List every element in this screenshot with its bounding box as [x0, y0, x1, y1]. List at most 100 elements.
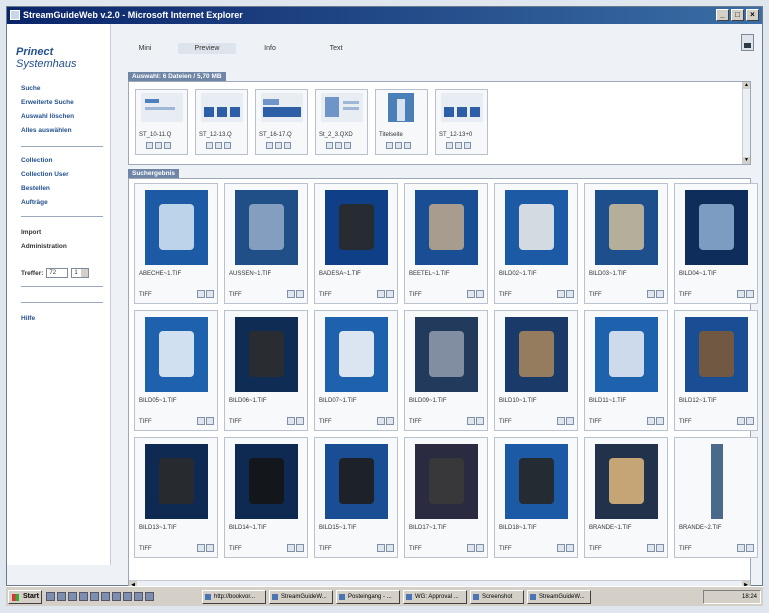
delete-icon[interactable]: [464, 142, 471, 149]
cart-icon[interactable]: [566, 290, 574, 298]
cart-icon[interactable]: [386, 417, 394, 425]
edit-icon[interactable]: [455, 142, 462, 149]
taskbar-button[interactable]: StreamGuideW...: [527, 590, 591, 604]
delete-icon[interactable]: [284, 142, 291, 149]
edit-icon[interactable]: [287, 417, 295, 425]
edit-icon[interactable]: [647, 417, 655, 425]
result-card[interactable]: BILD03~1.TIF TIFF: [584, 183, 668, 304]
edit-icon[interactable]: [215, 142, 222, 149]
edit-icon[interactable]: [197, 544, 205, 552]
edit-icon[interactable]: [737, 417, 745, 425]
cart-icon[interactable]: [296, 290, 304, 298]
result-card[interactable]: BADESA~1.TIF TIFF: [314, 183, 398, 304]
edit-icon[interactable]: [737, 544, 745, 552]
cart-icon[interactable]: [296, 417, 304, 425]
selection-item[interactable]: ST_16-17.Q: [255, 89, 308, 155]
result-card[interactable]: BILD05~1.TIF TIFF: [134, 310, 218, 431]
quicklaunch-icon[interactable]: [112, 592, 121, 601]
edit-icon[interactable]: [467, 544, 475, 552]
result-card[interactable]: BILD04~1.TIF TIFF: [674, 183, 758, 304]
edit-icon[interactable]: [377, 290, 385, 298]
scroll-up-icon[interactable]: ▲: [743, 82, 750, 89]
cart-icon[interactable]: [386, 290, 394, 298]
quicklaunch-icon[interactable]: [79, 592, 88, 601]
result-card[interactable]: BILD10~1.TIF TIFF: [494, 310, 578, 431]
result-card[interactable]: BRANDE~1.TIF TIFF: [584, 437, 668, 558]
tab-info[interactable]: Info: [258, 43, 282, 54]
preview-icon[interactable]: [266, 142, 273, 149]
edit-icon[interactable]: [197, 290, 205, 298]
tab-preview[interactable]: Preview: [178, 43, 236, 54]
edit-icon[interactable]: [377, 544, 385, 552]
edit-icon[interactable]: [467, 417, 475, 425]
selection-item[interactable]: ST_12-13.Q: [195, 89, 248, 155]
nav-collection-user[interactable]: Collection User: [21, 168, 69, 182]
cart-icon[interactable]: [656, 417, 664, 425]
close-button[interactable]: ×: [746, 9, 759, 21]
nav-administration[interactable]: Administration: [21, 240, 67, 254]
edit-icon[interactable]: [197, 417, 205, 425]
result-card[interactable]: BILD13~1.TIF TIFF: [134, 437, 218, 558]
cart-icon[interactable]: [476, 290, 484, 298]
nav-alles-auswaehlen[interactable]: Alles auswählen: [21, 124, 74, 138]
edit-icon[interactable]: [377, 417, 385, 425]
result-card[interactable]: BRANDE~2.TIF TIFF: [674, 437, 758, 558]
result-card[interactable]: BILD18~1.TIF TIFF: [494, 437, 578, 558]
cart-icon[interactable]: [656, 544, 664, 552]
result-card[interactable]: BILD15~1.TIF TIFF: [314, 437, 398, 558]
result-card[interactable]: BILD14~1.TIF TIFF: [224, 437, 308, 558]
result-card[interactable]: BILD02~1.TIF TIFF: [494, 183, 578, 304]
result-card[interactable]: BILD12~1.TIF TIFF: [674, 310, 758, 431]
cart-icon[interactable]: [566, 544, 574, 552]
tab-text[interactable]: Text: [322, 43, 350, 54]
taskbar-button[interactable]: http://bookvor...: [202, 590, 266, 604]
cart-icon[interactable]: [386, 544, 394, 552]
result-card[interactable]: BILD11~1.TIF TIFF: [584, 310, 668, 431]
nav-bestellen[interactable]: Bestellen: [21, 182, 69, 196]
taskbar-button[interactable]: Screenshot: [470, 590, 524, 604]
quicklaunch-icon[interactable]: [123, 592, 132, 601]
selection-item[interactable]: St_2_3.QXD: [315, 89, 368, 155]
edit-icon[interactable]: [647, 290, 655, 298]
tab-mini[interactable]: Mini: [130, 43, 160, 54]
result-card[interactable]: BILD17~1.TIF TIFF: [404, 437, 488, 558]
delete-icon[interactable]: [404, 142, 411, 149]
edit-icon[interactable]: [335, 142, 342, 149]
result-card[interactable]: AUSSEN~1.TIF TIFF: [224, 183, 308, 304]
cart-icon[interactable]: [476, 417, 484, 425]
preview-icon[interactable]: [206, 142, 213, 149]
edit-icon[interactable]: [557, 544, 565, 552]
quicklaunch-icon[interactable]: [90, 592, 99, 601]
start-button[interactable]: Start: [8, 590, 42, 604]
cart-icon[interactable]: [746, 417, 754, 425]
nav-hilfe[interactable]: Hilfe: [21, 312, 35, 326]
edit-icon[interactable]: [155, 142, 162, 149]
quicklaunch-icon[interactable]: [46, 592, 55, 601]
cart-icon[interactable]: [566, 417, 574, 425]
selection-item[interactable]: ST_12-13+0: [435, 89, 488, 155]
cart-icon[interactable]: [206, 290, 214, 298]
cart-icon[interactable]: [746, 290, 754, 298]
treffer-count-select[interactable]: 72: [46, 268, 69, 278]
result-card[interactable]: ABECHE~1.TIF TIFF: [134, 183, 218, 304]
edit-icon[interactable]: [287, 290, 295, 298]
quicklaunch-icon[interactable]: [101, 592, 110, 601]
cart-icon[interactable]: [296, 544, 304, 552]
delete-icon[interactable]: [344, 142, 351, 149]
taskbar-button[interactable]: StreamGuideW...: [269, 590, 333, 604]
preview-icon[interactable]: [446, 142, 453, 149]
edit-icon[interactable]: [275, 142, 282, 149]
cart-icon[interactable]: [746, 544, 754, 552]
quicklaunch-icon[interactable]: [134, 592, 143, 601]
nav-collection[interactable]: Collection: [21, 154, 69, 168]
preview-icon[interactable]: [146, 142, 153, 149]
scroll-down-icon[interactable]: ▼: [743, 157, 750, 164]
delete-icon[interactable]: [224, 142, 231, 149]
edit-icon[interactable]: [467, 290, 475, 298]
result-card[interactable]: BEETEL~1.TIF TIFF: [404, 183, 488, 304]
treffer-page-select[interactable]: 1: [71, 268, 90, 278]
selection-scrollbar[interactable]: ▲ ▼: [742, 82, 750, 164]
edit-icon[interactable]: [557, 290, 565, 298]
cart-icon[interactable]: [476, 544, 484, 552]
quicklaunch-icon[interactable]: [68, 592, 77, 601]
